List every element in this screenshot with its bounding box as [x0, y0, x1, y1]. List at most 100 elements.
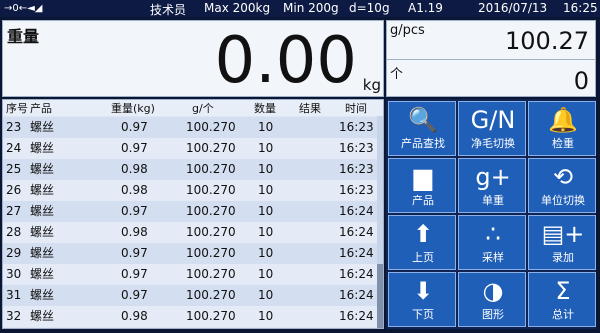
table-cell: 0.97: [121, 120, 148, 134]
table-cell: 26: [6, 183, 22, 197]
table-cell: 23: [6, 120, 22, 134]
table-cell: 0.97: [121, 246, 148, 260]
scrollbar[interactable]: [377, 116, 383, 328]
table-cell: 32: [6, 309, 22, 323]
arrow-down-button[interactable]: ⬇ 下页: [388, 272, 456, 327]
table-row[interactable]: 25 螺丝 0.98 100.270 10 16:23: [3, 159, 383, 180]
table-cell: 16:23: [339, 183, 374, 197]
table-cell: 16:23: [339, 162, 374, 176]
product-icon: ▆: [413, 163, 433, 191]
table-row[interactable]: 31 螺丝 0.97 100.270 10 16:24: [3, 285, 383, 306]
status-bar: →0←◄◢ 技术员 Max 200kg Min 200g d=10g A1.19…: [0, 0, 600, 17]
table-cell: 螺丝: [30, 183, 55, 197]
table-cell: 螺丝: [30, 141, 55, 155]
button-label: 总计: [552, 308, 574, 321]
table-cell: 16:24: [339, 246, 374, 260]
table-cell: 0.98: [121, 309, 148, 323]
table-cell: 16:24: [339, 309, 374, 323]
table-row[interactable]: 30 螺丝 0.97 100.270 10 16:24: [3, 264, 383, 285]
table-cell: 0.97: [121, 204, 148, 218]
table-cell: 10: [258, 288, 274, 302]
table-cell: 螺丝: [30, 162, 55, 176]
table-cell: 100.270: [186, 246, 236, 260]
table-cell: 24: [6, 141, 22, 155]
button-label: 检重: [552, 137, 574, 150]
table-cell: 16:24: [339, 204, 374, 218]
table-cell: 螺丝: [30, 288, 55, 302]
graph-button[interactable]: ◑ 图形: [458, 272, 526, 327]
table-row[interactable]: 24 螺丝 0.97 100.270 10 16:23: [3, 138, 383, 159]
table-cell: 31: [6, 288, 22, 302]
table-cell: 0.98: [121, 225, 148, 239]
button-label: 下页: [412, 308, 434, 321]
table-cell: 10: [258, 183, 274, 197]
sample-button[interactable]: ∴ 采样: [458, 215, 526, 270]
table-cell: 螺丝: [30, 309, 55, 323]
table-cell: 100.270: [186, 120, 236, 134]
table-cell: 10: [258, 141, 274, 155]
table-cell: 100.270: [186, 267, 236, 281]
unit-weight-value: 100.27: [505, 27, 589, 55]
bell-button[interactable]: 🔔 检重: [528, 101, 596, 156]
unit-switch-button[interactable]: ⟲ 单位切换: [528, 158, 596, 213]
header-weight: 重量(kg): [111, 102, 155, 115]
unit-weight-label: g/pcs: [390, 23, 425, 38]
g-plus-button[interactable]: g+ 单重: [458, 158, 526, 213]
table-row[interactable]: 28 螺丝 0.98 100.270 10 16:24: [3, 222, 383, 243]
arrow-up-button[interactable]: ⬆ 上页: [388, 215, 456, 270]
table-row[interactable]: 23 螺丝 0.97 100.270 10 16:23: [3, 117, 383, 138]
table-row[interactable]: 29 螺丝 0.97 100.270 10 16:24: [3, 243, 383, 264]
table-cell: 16:23: [339, 120, 374, 134]
table-cell: 0.97: [121, 267, 148, 281]
gn-icon: G/N: [470, 106, 516, 134]
button-label: 采样: [482, 251, 504, 264]
button-label: 产品查找: [401, 137, 445, 150]
weight-value: 0.00: [214, 24, 358, 98]
header-qty: 数量: [254, 102, 276, 115]
table-cell: 29: [6, 246, 22, 260]
table-cell: 30: [6, 267, 22, 281]
record-add-icon: ▤+: [541, 220, 585, 248]
header-product: 产品: [30, 102, 52, 115]
table-cell: 100.270: [186, 141, 236, 155]
arrow-down-icon: ⬇: [412, 277, 434, 305]
date: 2016/07/13: [478, 1, 548, 15]
table-cell: 0.97: [121, 288, 148, 302]
table-cell: 0.98: [121, 183, 148, 197]
search-button[interactable]: 🔍 产品查找: [388, 101, 456, 156]
header-time: 时间: [345, 102, 367, 115]
table-row[interactable]: 26 螺丝 0.98 100.270 10 16:23: [3, 180, 383, 201]
weight-label: 重量: [7, 27, 40, 46]
stability-icon: →0←◄◢: [4, 3, 43, 14]
user-role: 技术员: [150, 3, 187, 17]
table-cell: 100.270: [186, 183, 236, 197]
table-cell: 0.98: [121, 162, 148, 176]
scrollbar-thumb[interactable]: [377, 264, 383, 328]
division: d=10g: [349, 1, 390, 15]
unit-switch-icon: ⟲: [552, 163, 574, 191]
product-button[interactable]: ▆ 产品: [388, 158, 456, 213]
sigma-button[interactable]: Σ 总计: [528, 272, 596, 327]
table-header: 序号 产品 重量(kg) g/个 数量 结果 时间: [3, 100, 383, 116]
gn-button[interactable]: G/N 净毛切换: [458, 101, 526, 156]
table-row[interactable]: 32 螺丝 0.98 100.270 10 16:24: [3, 306, 383, 327]
header-result: 结果: [299, 102, 321, 115]
table-cell: 螺丝: [30, 120, 55, 134]
table-cell: 100.270: [186, 162, 236, 176]
table-cell: 10: [258, 267, 274, 281]
search-icon: 🔍: [408, 106, 438, 134]
max-capacity: Max 200kg: [204, 1, 271, 15]
time: 16:25: [563, 1, 598, 15]
table-row[interactable]: 27 螺丝 0.97 100.270 10 16:24: [3, 201, 383, 222]
count-value: 0: [573, 67, 589, 95]
table-cell: 10: [258, 225, 274, 239]
arrow-up-icon: ⬆: [412, 220, 434, 248]
table-cell: 16:23: [339, 141, 374, 155]
record-add-button[interactable]: ▤+ 录加: [528, 215, 596, 270]
button-label: 录加: [552, 251, 574, 264]
table-cell: 100.270: [186, 309, 236, 323]
graph-icon: ◑: [482, 277, 504, 305]
table-cell: 25: [6, 162, 22, 176]
weight-unit: kg: [362, 76, 381, 94]
table-cell: 10: [258, 162, 274, 176]
